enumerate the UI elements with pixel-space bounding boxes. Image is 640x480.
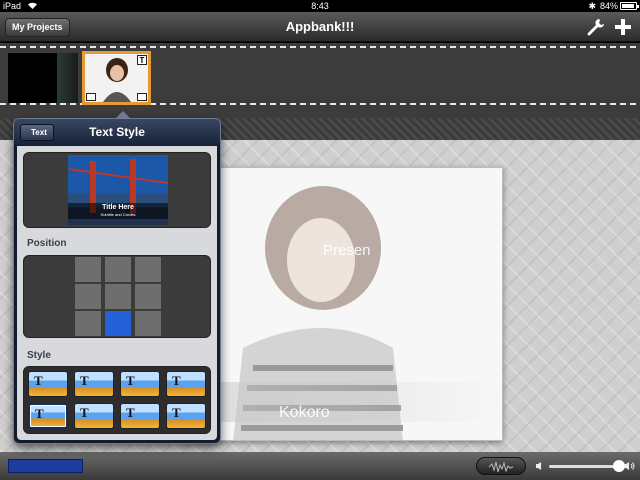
position-cell[interactable] <box>104 283 132 310</box>
photo-icon <box>86 93 96 101</box>
popover-arrow <box>115 111 131 119</box>
popover-body: Title Here Subtitle and Credits Position… <box>17 146 217 440</box>
overlay-text-top: Presen <box>323 242 371 259</box>
waveform-icon <box>488 461 514 473</box>
clock: 8:43 <box>311 1 329 11</box>
speaker-low-icon <box>536 462 541 470</box>
status-bar: iPad 8:43 ✱ 84% <box>0 0 640 12</box>
position-cell[interactable] <box>104 256 132 283</box>
style-glyph: T <box>172 373 181 388</box>
text-style-option[interactable]: T <box>74 403 114 429</box>
text-style-option[interactable]: T <box>120 371 160 397</box>
overlay-text-bottom: Kokoro <box>279 404 330 421</box>
plus-icon[interactable] <box>612 16 634 38</box>
caption-bar <box>183 382 502 422</box>
volume-slider[interactable] <box>535 459 635 473</box>
preview-viewer[interactable]: Presen Kokoro <box>182 167 503 441</box>
style-glyph: T <box>126 405 135 420</box>
audio-waveform-button[interactable] <box>476 457 526 475</box>
style-glyph: T <box>35 406 44 421</box>
title-style-sample: Title Here Subtitle and Credits <box>68 155 168 225</box>
position-cell[interactable] <box>134 283 162 310</box>
style-glyph: T <box>80 373 89 388</box>
style-label: Style <box>27 350 51 361</box>
text-style-option[interactable]: T <box>28 403 68 429</box>
popover-header: Text Style Text <box>14 119 220 145</box>
bluetooth-icon: ✱ <box>588 1 596 11</box>
text-style-option[interactable]: T <box>74 371 114 397</box>
timeline[interactable]: T <box>0 43 640 118</box>
position-cell[interactable] <box>74 256 102 283</box>
battery-icon <box>620 2 639 10</box>
playback-bar <box>0 452 640 480</box>
position-label: Position <box>27 238 67 249</box>
sample-title: Title Here <box>102 204 134 211</box>
text-style-option[interactable]: T <box>120 403 160 429</box>
clip-portrait[interactable]: T <box>82 51 151 105</box>
position-cell[interactable] <box>104 310 132 337</box>
style-glyph: T <box>34 373 43 388</box>
project-title: Appbank!!! <box>285 19 355 34</box>
battery-percent: 84% <box>599 1 618 11</box>
text-style-popover: Text Style Text Title Here Subtitle and … <box>13 111 221 444</box>
style-glyph: T <box>126 373 135 388</box>
text-style-option[interactable]: T <box>166 371 206 397</box>
bridge-cable <box>68 168 168 184</box>
position-cell[interactable] <box>134 310 162 337</box>
volume-track <box>549 465 619 468</box>
style-glyph: T <box>80 405 89 420</box>
style-glyph: T <box>172 405 181 420</box>
position-cell[interactable] <box>74 283 102 310</box>
sample-title-band: Title Here Subtitle and Credits <box>68 203 168 219</box>
position-grid-card <box>23 255 211 338</box>
progress-bar[interactable] <box>8 459 83 473</box>
text-style-option[interactable]: T <box>166 403 206 429</box>
style-preview-card: Title Here Subtitle and Credits <box>23 152 211 228</box>
clip-dark[interactable] <box>8 53 78 103</box>
wrench-icon[interactable] <box>584 16 606 38</box>
title-badge: T <box>137 55 147 65</box>
sample-subtitle: Subtitle and Credits <box>100 212 136 217</box>
photo-icon <box>137 93 147 101</box>
back-text-button[interactable]: Text <box>20 124 54 141</box>
position-cell[interactable] <box>74 310 102 337</box>
speaker-high-icon <box>624 462 635 470</box>
text-style-option[interactable]: T <box>28 371 68 397</box>
style-grid-card: T T T T T T T T <box>23 366 211 434</box>
toolbar: My Projects Appbank!!! <box>0 12 640 42</box>
position-cell[interactable] <box>134 256 162 283</box>
film-perforation-top <box>0 46 640 48</box>
